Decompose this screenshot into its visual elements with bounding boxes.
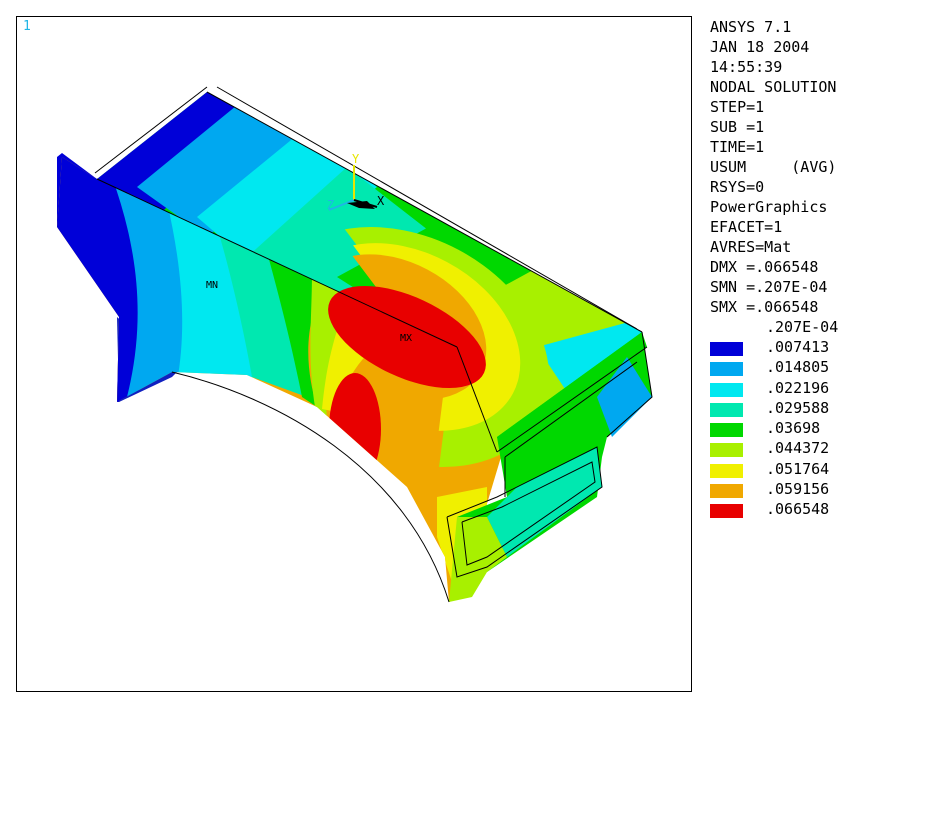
legend-label: .059156 (766, 479, 830, 498)
triad-y-label: Y (352, 152, 360, 166)
info-line: JAN 18 2004 (710, 38, 810, 56)
legend-swatch (710, 402, 743, 417)
info-line: ANSYS 7.1 (710, 18, 792, 36)
info-line: USUM (AVG) (710, 158, 837, 176)
legend-row: .051764 (710, 459, 940, 479)
legend-row: .059156 (710, 479, 940, 499)
legend-label: .03698 (766, 419, 821, 437)
legend-swatch (710, 504, 743, 518)
legend-label: .066548 (766, 500, 830, 518)
info-line: PowerGraphics (710, 198, 828, 216)
info-line: DMX =.066548 (710, 258, 819, 276)
min-marker: MN (206, 280, 218, 291)
legend-label: .044372 (766, 439, 830, 458)
max-marker: MX (400, 333, 412, 344)
legend-row: .014805 (710, 357, 940, 377)
legend-swatch (710, 342, 743, 356)
legend-row: .029588 (710, 398, 940, 418)
legend-label: .022196 (766, 378, 830, 397)
legend-row: .044372 (710, 438, 940, 458)
info-lines: ANSYS 7.1 JAN 18 2004 14:55:39 NODAL SOLUTI… (710, 17, 940, 317)
info-line: 14:55:39 (710, 58, 783, 76)
info-line: TIME=1 (710, 138, 765, 156)
legend-row: .066548 (710, 499, 940, 519)
info-line: SMX =.066548 (710, 298, 819, 316)
triad-x-label: X (377, 194, 385, 208)
legend-label: .051764 (766, 459, 830, 478)
info-line: NODAL SOLUTION (710, 78, 837, 96)
legend-label: .007413 (766, 338, 830, 356)
triad-z-label: Z (327, 198, 334, 212)
legend-swatch (710, 483, 743, 498)
legend-label: .029588 (766, 398, 830, 417)
info-line: EFACET=1 (710, 218, 783, 236)
legend-row: .03698 (710, 418, 940, 438)
info-line: STEP=1 (710, 98, 765, 116)
legend-swatch (710, 382, 743, 397)
info-line: SMN =.207E-04 (710, 278, 828, 296)
legend-row: .007413 (710, 337, 940, 357)
legend-swatch (710, 362, 743, 377)
info-panel: ANSYS 7.1 JAN 18 2004 14:55:39 NODAL SOLUTI… (710, 17, 940, 519)
graphics-viewport[interactable]: 1 MN MX Y Z X (16, 16, 692, 692)
legend-label: .014805 (766, 358, 830, 377)
contour-legend: .007413 .014805.022196.029588 .03698 .04437… (710, 337, 940, 519)
info-line: AVRES=Mat (710, 238, 792, 256)
info-line: RSYS=0 (710, 178, 765, 196)
legend-swatch (710, 443, 743, 458)
info-line: SUB =1 (710, 118, 765, 136)
legend-min-label: .207E-04 (766, 318, 839, 336)
max-region-front (329, 373, 381, 485)
contour-plot: MN MX Y Z X (57, 86, 653, 603)
legend-swatch (710, 463, 743, 478)
legend-swatch (710, 423, 743, 437)
legend-row: .022196 (710, 378, 940, 398)
